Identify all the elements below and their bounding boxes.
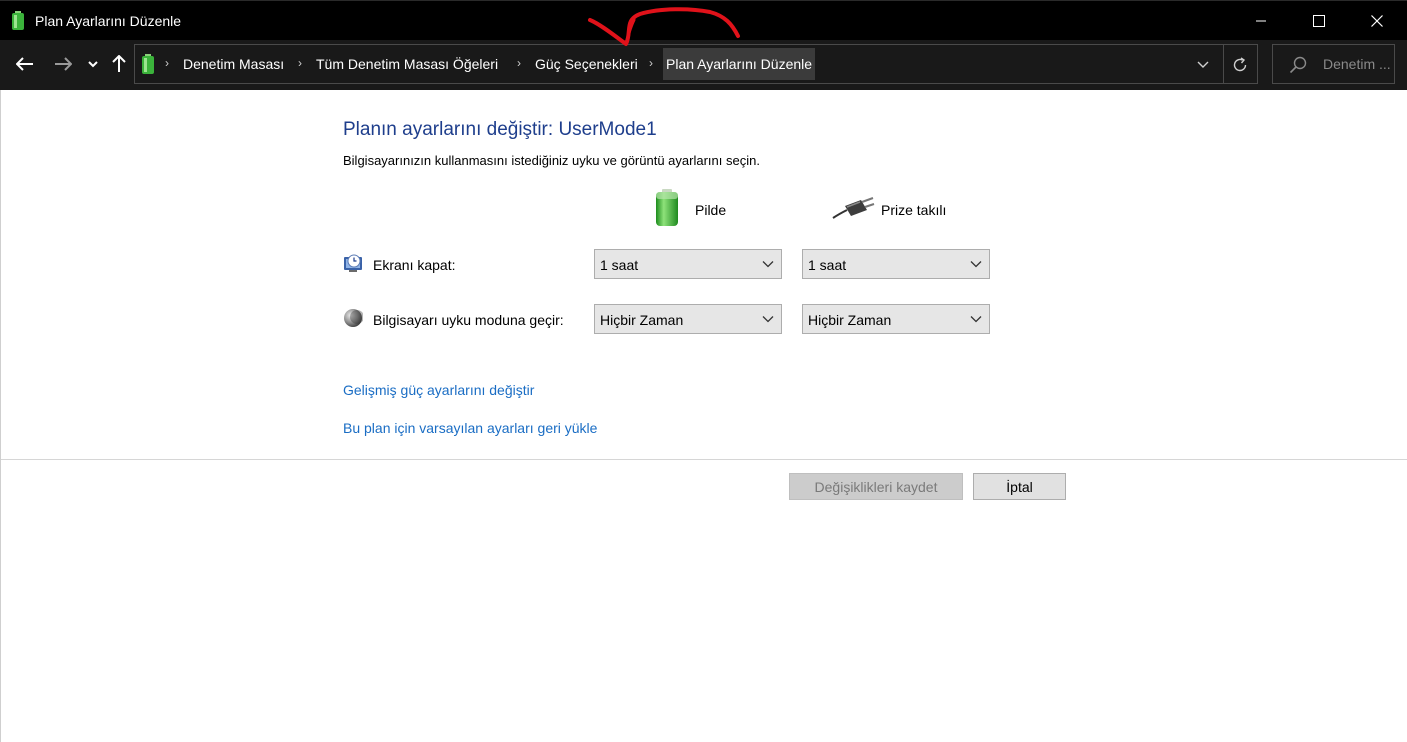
- minimize-button[interactable]: [1232, 1, 1290, 41]
- display-off-battery-select[interactable]: 1 saat: [594, 249, 782, 279]
- refresh-button[interactable]: [1227, 52, 1253, 78]
- select-value: 1 saat: [808, 257, 847, 273]
- chevron-down-icon: [1197, 61, 1209, 68]
- save-changes-button[interactable]: Değişiklikleri kaydet: [789, 473, 963, 500]
- moon-icon: [344, 309, 363, 327]
- advanced-power-settings-link[interactable]: Gelişmiş güç ayarlarını değiştir: [343, 382, 534, 398]
- breadcrumb-separator: ›: [517, 56, 521, 70]
- window-title: Plan Ayarlarını Düzenle: [35, 13, 182, 29]
- column-label-plugged-in: Prize takılı: [881, 202, 947, 218]
- chevron-down-icon: [762, 261, 774, 268]
- column-label-on-battery: Pilde: [695, 202, 727, 218]
- breadcrumb-separator: ›: [298, 56, 302, 70]
- minimize-icon: [1256, 20, 1266, 22]
- breadcrumb-current[interactable]: Plan Ayarlarını Düzenle: [663, 48, 816, 80]
- search-icon: [1289, 56, 1307, 74]
- address-bar[interactable]: › Denetim Masası › Tüm Denetim Masası Öğ…: [134, 44, 1258, 84]
- search-placeholder: Denetim ...: [1323, 56, 1391, 72]
- setting-label-turn-off-display: Ekranı kapat:: [373, 257, 456, 273]
- divider: [1, 459, 1407, 460]
- setting-label-sleep: Bilgisayarı uyku moduna geçir:: [373, 312, 564, 328]
- chevron-down-icon: [970, 261, 982, 268]
- breadcrumb-item[interactable]: Tüm Denetim Masası Öğeleri: [316, 56, 498, 72]
- maximize-icon: [1313, 15, 1325, 27]
- control-panel-window: Plan Ayarlarını Düzenle › Denetim Masası…: [0, 0, 1407, 742]
- page-subtitle: Bilgisayarınızın kullanmasını istediğini…: [343, 153, 760, 168]
- select-value: Hiçbir Zaman: [808, 312, 892, 328]
- refresh-icon: [1233, 57, 1247, 72]
- select-value: Hiçbir Zaman: [600, 312, 684, 328]
- recent-locations-button[interactable]: [84, 50, 102, 78]
- search-box[interactable]: Denetim ...: [1272, 44, 1395, 84]
- main-content: Planın ayarlarını değiştir: UserMode1 Bi…: [0, 90, 1407, 742]
- monitor-clock-icon: [344, 254, 362, 272]
- breadcrumb-separator: ›: [165, 56, 169, 70]
- breadcrumb-item[interactable]: Güç Seçenekleri: [535, 56, 638, 72]
- address-dropdown-button[interactable]: [1191, 54, 1215, 76]
- chevron-down-icon: [762, 316, 774, 323]
- maximize-button[interactable]: [1290, 1, 1348, 41]
- close-button[interactable]: [1348, 1, 1406, 41]
- close-icon: [1371, 15, 1383, 27]
- breadcrumb-item[interactable]: Denetim Masası: [183, 56, 284, 72]
- chevron-down-icon: [970, 316, 982, 323]
- sleep-plugged-select[interactable]: Hiçbir Zaman: [802, 304, 990, 334]
- battery-icon: [142, 54, 154, 74]
- sleep-battery-select[interactable]: Hiçbir Zaman: [594, 304, 782, 334]
- battery-icon: [12, 11, 24, 30]
- cancel-button[interactable]: İptal: [973, 473, 1066, 500]
- forward-button[interactable]: [48, 50, 78, 78]
- display-off-plugged-select[interactable]: 1 saat: [802, 249, 990, 279]
- battery-icon: [656, 189, 678, 226]
- page-title: Planın ayarlarını değiştir: UserMode1: [343, 119, 657, 140]
- arrow-right-icon: [55, 57, 72, 71]
- breadcrumb-separator: ›: [649, 56, 653, 70]
- arrow-left-icon: [16, 57, 33, 71]
- arrow-up-icon: [112, 55, 126, 72]
- restore-defaults-link[interactable]: Bu plan için varsayılan ayarları geri yü…: [343, 420, 597, 436]
- plug-icon: [832, 197, 875, 219]
- address-divider: [1223, 45, 1224, 83]
- chevron-down-icon: [88, 61, 98, 68]
- select-value: 1 saat: [600, 257, 639, 273]
- red-annotation-scribble: [588, 7, 740, 46]
- up-button[interactable]: [106, 50, 132, 78]
- back-button[interactable]: [10, 50, 40, 78]
